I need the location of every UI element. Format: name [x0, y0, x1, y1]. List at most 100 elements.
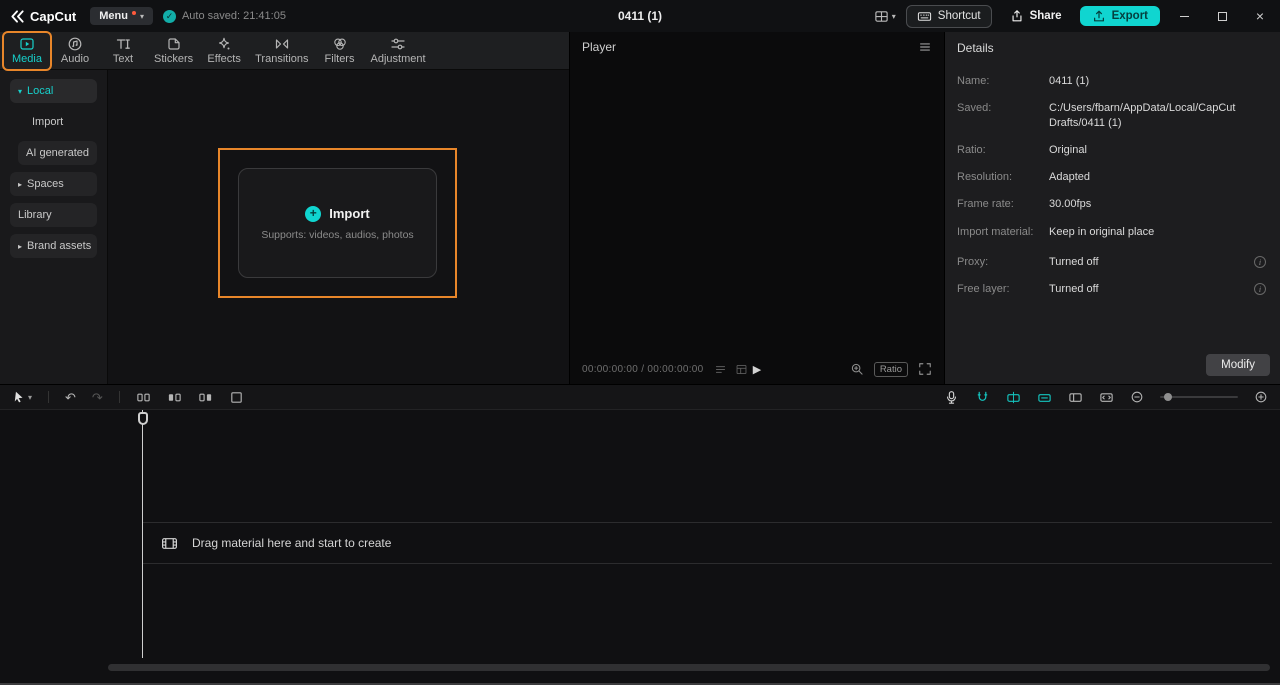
player-panel: Player 00:00:00:00 / 00:00:00:00 ▶ Ratio	[570, 32, 945, 384]
player-menu-icon[interactable]	[918, 40, 932, 54]
detail-row-resolution: Resolution: Adapted	[957, 170, 1268, 184]
tab-transitions[interactable]: Transitions	[249, 33, 314, 69]
audio-icon	[67, 36, 83, 52]
share-icon	[1010, 9, 1024, 23]
details-footer: Modify	[945, 346, 1280, 384]
tab-effects[interactable]: Effects	[201, 33, 247, 69]
ratio-button[interactable]: Ratio	[873, 361, 908, 377]
import-row: + Import	[305, 205, 370, 222]
shortcut-label: Shortcut	[937, 10, 981, 22]
media-sidebar: ▾ Local Import AI generated ▸ Spaces Lib	[0, 70, 108, 384]
shortcut-button[interactable]: Shortcut	[905, 4, 992, 28]
capcut-window: CapCut Menu ▾ ✓ Auto saved: 21:41:05 041…	[0, 0, 1280, 685]
tab-audio[interactable]: Audio	[52, 33, 98, 69]
effects-icon	[216, 36, 232, 52]
details-panel: Details Name: 0411 (1) Saved: C:/Users/f…	[945, 32, 1280, 384]
redo-button[interactable]: ↷	[92, 391, 103, 404]
modify-button[interactable]: Modify	[1206, 354, 1270, 376]
zoom-in-icon	[1254, 390, 1268, 404]
undo-button[interactable]: ↶	[65, 391, 76, 404]
close-button[interactable]: ×	[1246, 4, 1274, 28]
timeline[interactable]: Drag material here and start to create	[0, 410, 1280, 685]
transitions-icon	[274, 36, 290, 52]
player-header: Player	[570, 32, 944, 62]
zoom-slider-knob[interactable]	[1164, 393, 1172, 401]
titlebar-left: CapCut Menu ▾ ✓ Auto saved: 21:41:05	[6, 7, 286, 25]
delete-right-button[interactable]	[198, 390, 213, 405]
asset-tabs: Media Audio Text Stickers Effects Transi…	[0, 32, 569, 70]
record-voiceover-button[interactable]	[944, 390, 959, 405]
player-viewport	[570, 62, 944, 354]
sidebar-item-label: Local	[27, 85, 54, 97]
adapt-timeline-button[interactable]	[1099, 390, 1114, 405]
detail-label: Name:	[957, 75, 990, 87]
export-button[interactable]: Export	[1079, 6, 1160, 26]
sidebar-item-label: Library	[18, 209, 52, 221]
tab-media[interactable]: Media	[4, 33, 50, 69]
detail-label: Ratio:	[957, 143, 986, 156]
media-icon	[19, 36, 35, 52]
info-icon[interactable]: i	[1254, 256, 1266, 269]
delete-left-button[interactable]	[167, 390, 182, 405]
frame-list-icon[interactable]	[714, 363, 727, 376]
share-button[interactable]: Share	[1002, 6, 1070, 26]
crop-button[interactable]	[229, 390, 244, 405]
detail-row-import-material: Import material: Keep in original place	[957, 225, 1268, 239]
tab-audio-label: Audio	[60, 53, 90, 65]
import-hint: Supports: videos, audios, photos	[261, 228, 414, 241]
autosave-label: Auto saved: 21:41:05	[181, 10, 286, 22]
sidebar-item-brand-assets[interactable]: ▸ Brand assets	[10, 234, 97, 258]
layout-grid-icon	[874, 9, 889, 24]
detail-value: Original	[1049, 143, 1087, 156]
tab-filters[interactable]: Filters	[317, 33, 363, 69]
minimize-button[interactable]	[1170, 4, 1198, 28]
sidebar-item-spaces[interactable]: ▸ Spaces	[10, 172, 97, 196]
play-button[interactable]: ▶	[753, 363, 761, 376]
timeline-horizontal-scrollbar[interactable]	[108, 664, 1270, 671]
chevron-down-icon: ▾	[891, 11, 896, 21]
menu-button[interactable]: Menu ▾	[90, 7, 153, 25]
maximize-button[interactable]	[1208, 4, 1236, 28]
info-icon[interactable]: i	[1254, 283, 1266, 296]
fit-timeline-icon	[1099, 390, 1114, 405]
linkage-button[interactable]	[1037, 390, 1052, 405]
sidebar-item-library[interactable]: Library	[10, 203, 97, 227]
sidebar-item-import[interactable]: Import	[24, 110, 97, 134]
auto-snap-button[interactable]	[1006, 390, 1021, 405]
timeline-empty-track[interactable]: Drag material here and start to create	[143, 522, 1272, 564]
zoom-out-icon	[1130, 390, 1144, 404]
import-highlight-box: + Import Supports: videos, audios, photo…	[218, 148, 457, 298]
timeline-zoom-slider[interactable]	[1160, 393, 1238, 401]
main-track-magnet-button[interactable]	[975, 390, 990, 405]
autosave-check-icon: ✓	[162, 9, 176, 23]
toolbar-divider	[48, 391, 50, 403]
preview-axis-button[interactable]	[1068, 390, 1083, 405]
detail-value: Keep in original place	[1049, 225, 1155, 238]
zoom-fit-icon[interactable]	[850, 362, 864, 376]
minimize-icon	[1179, 15, 1189, 17]
caret-right-icon: ▸	[18, 179, 23, 189]
tab-adjustment[interactable]: Adjustment	[365, 33, 432, 69]
detail-value: Adapted	[1049, 171, 1090, 184]
player-title: Player	[582, 40, 617, 54]
select-tool-button[interactable]: ▾	[12, 390, 32, 404]
zoom-in-button[interactable]	[1254, 390, 1268, 404]
preview-grid-icon[interactable]	[735, 363, 748, 376]
workspace-layout-button[interactable]: ▾	[874, 9, 896, 24]
sidebar-item-local[interactable]: ▾ Local	[10, 79, 97, 103]
playhead-handle[interactable]	[138, 412, 148, 425]
title-bar: CapCut Menu ▾ ✓ Auto saved: 21:41:05 041…	[0, 0, 1280, 32]
sidebar-item-label: AI generated	[26, 147, 89, 159]
caret-right-icon: ▸	[18, 241, 23, 251]
split-button[interactable]	[136, 390, 151, 405]
capcut-logo-icon	[10, 9, 25, 24]
microphone-icon	[944, 390, 959, 405]
tab-stickers-label: Stickers	[154, 53, 194, 65]
tab-stickers[interactable]: Stickers	[148, 33, 199, 69]
sidebar-item-ai-generated[interactable]: AI generated	[18, 141, 97, 165]
menu-notification-dot	[131, 10, 136, 15]
fullscreen-icon[interactable]	[918, 362, 932, 376]
tab-text[interactable]: Text	[100, 33, 146, 69]
import-dropzone[interactable]: + Import Supports: videos, audios, photo…	[238, 168, 437, 278]
zoom-out-button[interactable]	[1130, 390, 1144, 404]
